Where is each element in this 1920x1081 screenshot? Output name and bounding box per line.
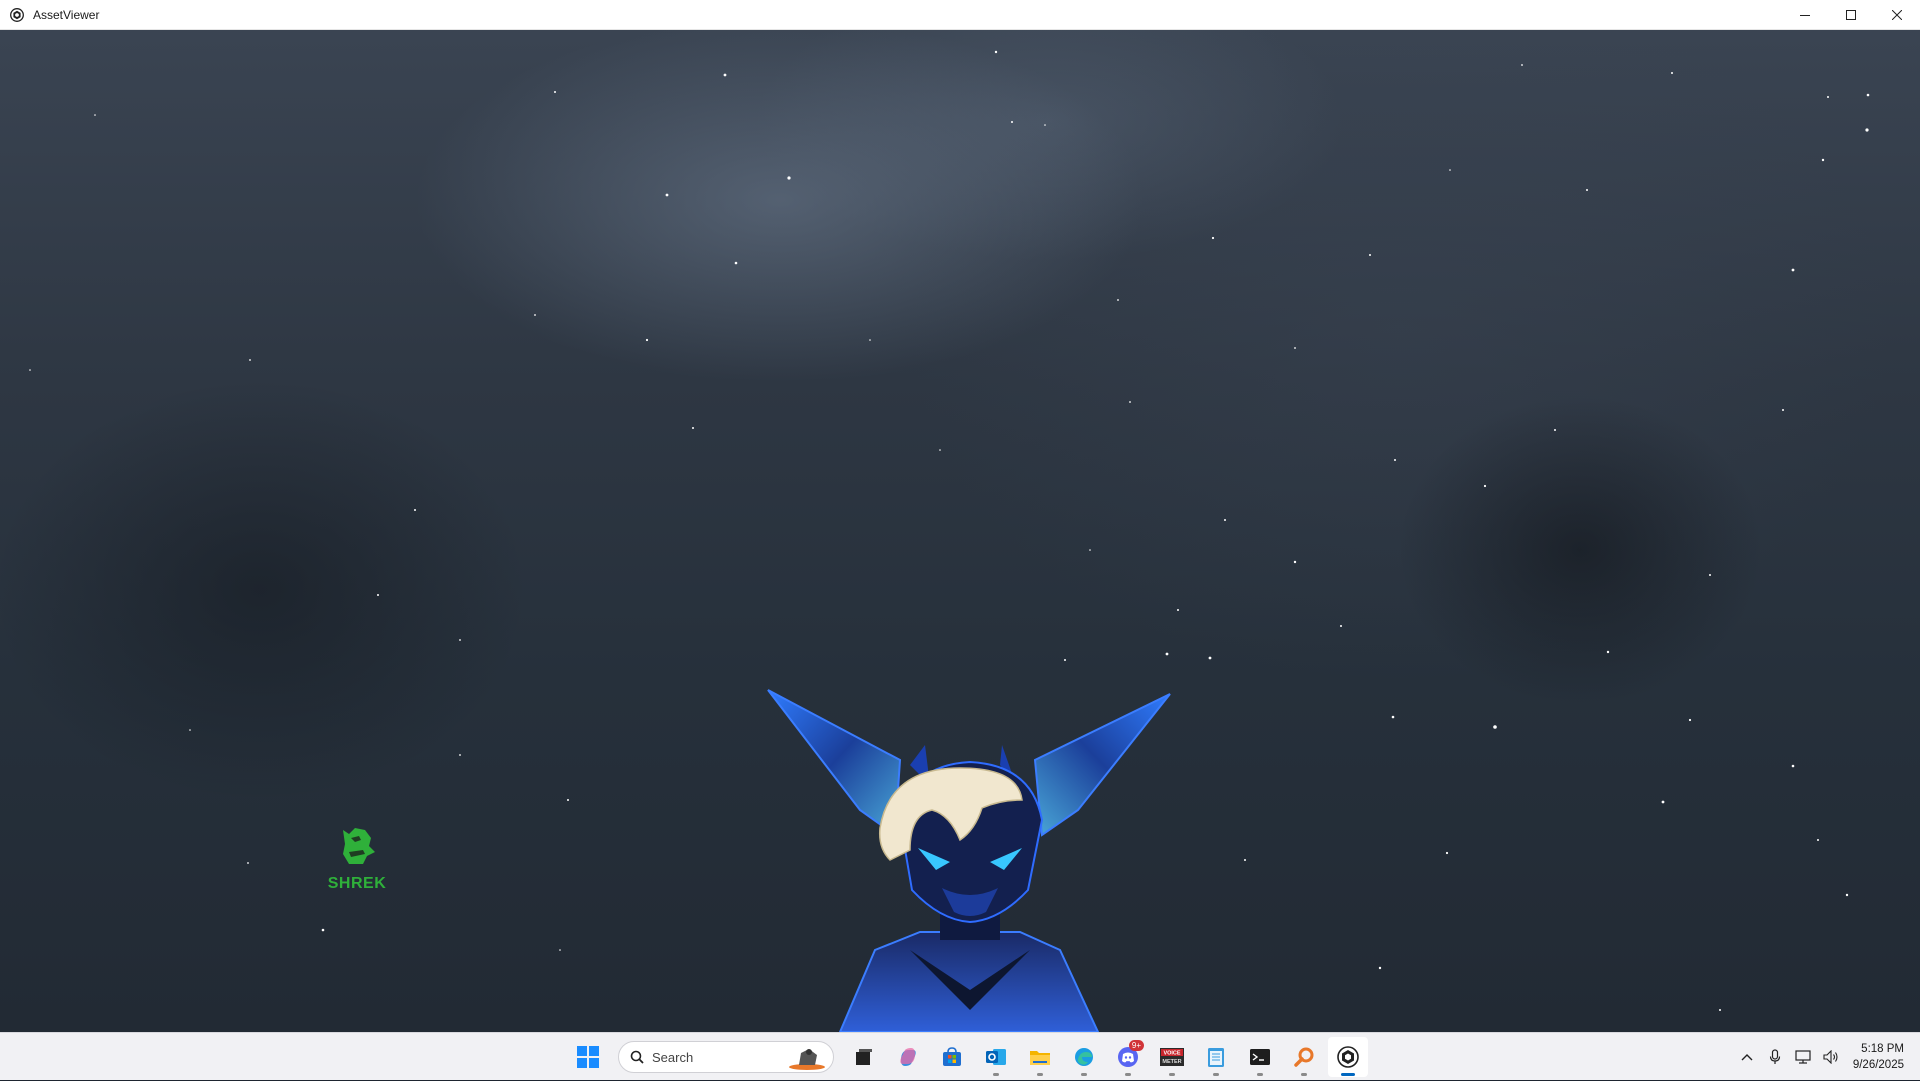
running-indicator: [1169, 1073, 1175, 1076]
asset-viewer-icon: [1337, 1046, 1359, 1068]
maximize-icon: [1846, 10, 1856, 20]
microphone-icon: [1769, 1049, 1780, 1064]
running-indicator: [1125, 1073, 1131, 1076]
taskbar-apps: Search 9+ VOICE METER: [566, 1033, 1370, 1081]
svg-text:METER: METER: [1162, 1059, 1181, 1065]
maximize-button[interactable]: [1828, 0, 1874, 30]
voicemeeter-icon: VOICE METER: [1160, 1048, 1184, 1066]
window-title-bar[interactable]: AssetViewer: [0, 0, 1920, 30]
start-button[interactable]: [568, 1037, 608, 1077]
taskbar-discord[interactable]: 9+: [1108, 1037, 1148, 1077]
taskbar-store[interactable]: [932, 1037, 972, 1077]
network-button[interactable]: [1789, 1037, 1817, 1077]
outlook-icon: [986, 1049, 1006, 1065]
volume-button[interactable]: [1817, 1037, 1845, 1077]
taskbar-copilot[interactable]: [888, 1037, 928, 1077]
taskbar-outlook[interactable]: [976, 1037, 1016, 1077]
search-highlight-image: [789, 1049, 825, 1070]
taskbar-edge[interactable]: [1064, 1037, 1104, 1077]
clock-date: 9/26/2025: [1852, 1059, 1904, 1071]
taskbar-terminal[interactable]: [1240, 1037, 1280, 1077]
terminal-icon: [1250, 1049, 1270, 1065]
scene-viewport[interactable]: SHREK: [0, 30, 1920, 1032]
system-tray: 5:18 PM 9/26/2025: [1733, 1033, 1920, 1081]
window-controls: [1782, 0, 1920, 30]
magnifier-icon: [1294, 1047, 1314, 1067]
svg-text:VOICE: VOICE: [1163, 1051, 1180, 1057]
active-indicator: [1341, 1073, 1355, 1076]
taskbar: Search 9+ VOICE METER 5:18 PM 9/26/2025: [0, 1032, 1920, 1080]
microphone-button[interactable]: [1761, 1037, 1789, 1077]
search-label: Search: [652, 1049, 694, 1065]
taskbar-search[interactable]: Search: [618, 1041, 834, 1073]
taskbar-task-view[interactable]: [844, 1037, 884, 1077]
taskbar-search-tool[interactable]: [1284, 1037, 1324, 1077]
notepad-icon: [1208, 1048, 1224, 1067]
show-hidden-icons-button[interactable]: [1733, 1037, 1761, 1077]
taskbar-file-explorer[interactable]: [1020, 1037, 1060, 1077]
running-indicator: [1301, 1073, 1307, 1076]
windows-start-icon: [577, 1046, 599, 1068]
close-button[interactable]: [1874, 0, 1920, 30]
chevron-up-icon: [1741, 1054, 1753, 1061]
network-icon: [1795, 1050, 1811, 1064]
clock[interactable]: 5:18 PM 9/26/2025: [1853, 1041, 1904, 1073]
logo-text: SHREK: [327, 875, 387, 892]
shrek-logo: SHREK: [322, 824, 392, 893]
taskbar-asset-viewer[interactable]: [1328, 1037, 1368, 1077]
window-title: AssetViewer: [33, 7, 100, 22]
clock-time: 5:18 PM: [1861, 1043, 1904, 1055]
minimize-button[interactable]: [1782, 0, 1828, 30]
running-indicator: [993, 1073, 999, 1076]
copilot-icon: [900, 1048, 916, 1066]
running-indicator: [1081, 1073, 1087, 1076]
taskbar-notepad[interactable]: [1196, 1037, 1236, 1077]
folder-icon: [1030, 1051, 1050, 1065]
running-indicator: [1213, 1073, 1219, 1076]
minimize-icon: [1800, 15, 1810, 16]
shrek-logo-icon: [343, 828, 375, 864]
running-indicator: [1257, 1073, 1263, 1076]
search-icon: [630, 1050, 644, 1064]
notification-badge: 9+: [1128, 1040, 1144, 1051]
asset-viewer-app-icon: [9, 7, 25, 23]
store-icon: [943, 1047, 961, 1066]
edge-icon: [1075, 1048, 1093, 1066]
character-model[interactable]: [760, 650, 1180, 1032]
speaker-icon: [1823, 1050, 1838, 1064]
running-indicator: [1037, 1073, 1043, 1076]
task-view-icon: [856, 1049, 872, 1065]
taskbar-voicemeeter[interactable]: VOICE METER: [1152, 1037, 1192, 1077]
close-icon: [1892, 10, 1902, 20]
